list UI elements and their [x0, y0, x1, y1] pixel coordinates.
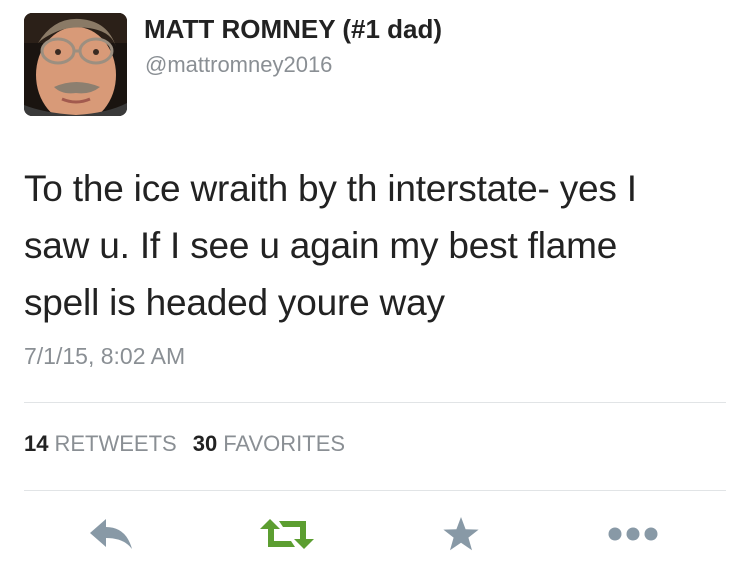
retweets-count[interactable]: 14	[24, 431, 48, 456]
divider	[24, 402, 726, 403]
user-handle[interactable]: @mattromney2016	[145, 52, 332, 78]
retweet-icon	[260, 519, 314, 549]
favorites-count[interactable]: 30	[193, 431, 217, 456]
tweet-text-line: To the ice wraith by th interstate- yes …	[24, 168, 637, 209]
reply-button[interactable]	[86, 512, 138, 556]
favorite-star-icon	[443, 517, 479, 551]
more-button[interactable]	[606, 512, 660, 556]
tweet-text-line: spell is headed youre way	[24, 282, 445, 323]
divider	[24, 490, 726, 491]
reply-icon	[90, 519, 132, 549]
favorite-button[interactable]	[440, 512, 482, 556]
tweet-text-line: saw u. If I see u again my best flame	[24, 225, 618, 266]
retweets-label[interactable]: RETWEETS	[54, 431, 176, 456]
retweet-button[interactable]	[258, 512, 316, 556]
display-name[interactable]: MATT ROMNEY (#1 dad)	[144, 14, 442, 45]
favorites-label[interactable]: FAVORITES	[223, 431, 345, 456]
tweet-text: To the ice wraith by th interstate- yes …	[24, 160, 724, 331]
tweet-timestamp: 7/1/15, 8:02 AM	[24, 343, 186, 369]
tweet-stats: 14 RETWEETS 30 FAVORITES	[24, 431, 361, 457]
avatar[interactable]	[24, 13, 127, 116]
more-dots-icon	[608, 527, 658, 541]
